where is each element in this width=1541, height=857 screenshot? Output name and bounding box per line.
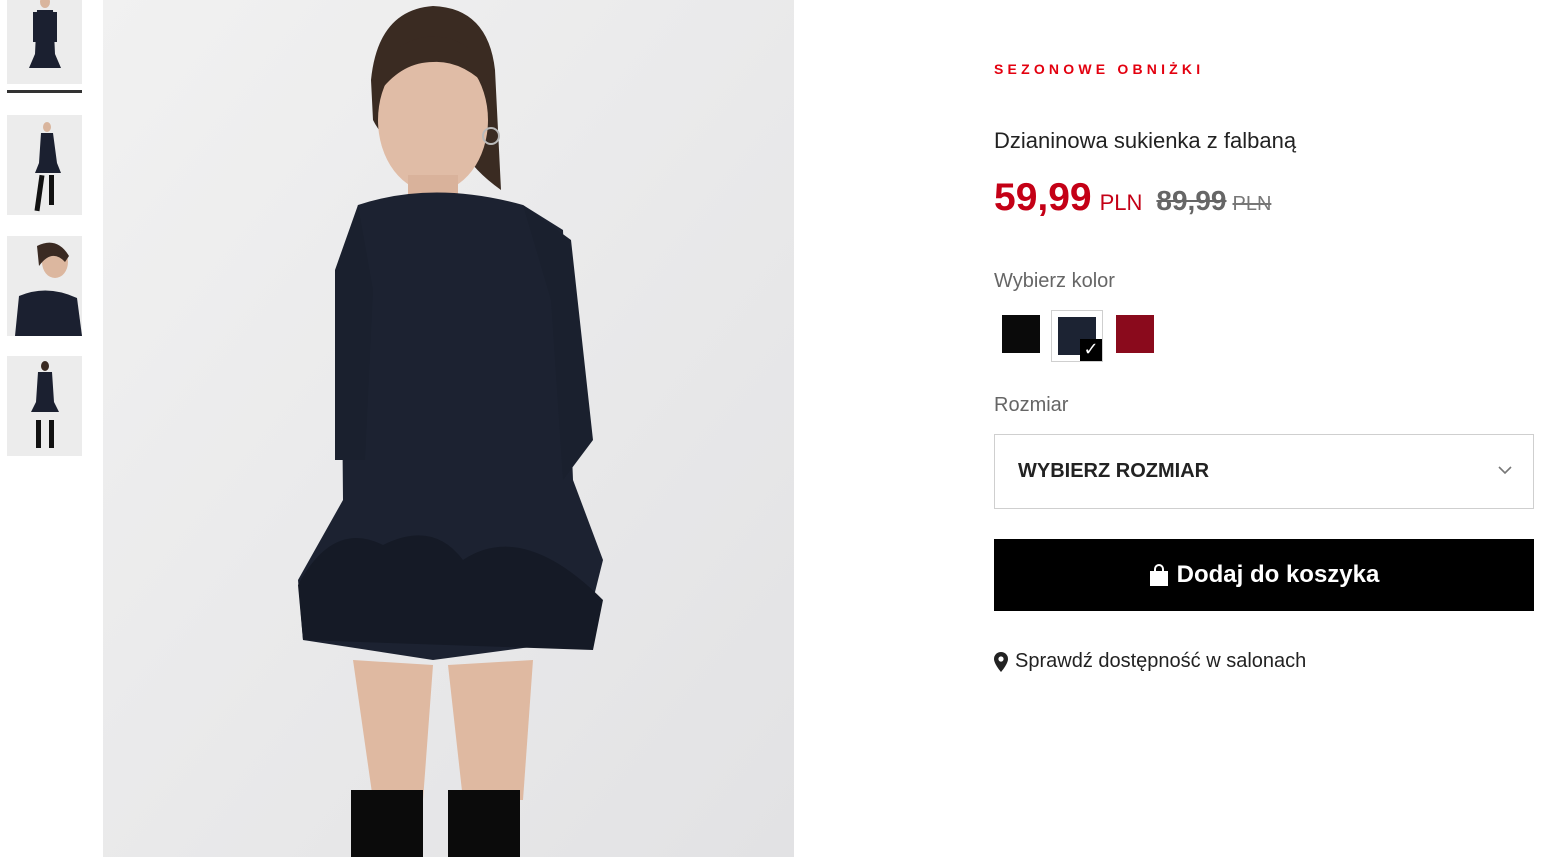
thumbnail-4[interactable] [7,356,82,456]
product-page: SEZONOWE OBNIŻKI Dzianinowa sukienka z f… [0,0,1541,857]
chevron-down-icon [1498,466,1512,475]
size-dropdown[interactable]: WYBIERZ ROZMIAR [994,434,1534,509]
current-price-currency: PLN [1099,190,1143,215]
add-to-cart-label: Dodaj do koszyka [1176,561,1380,588]
current-price: 59,99 [994,176,1092,219]
shopping-bag-icon [1149,564,1168,586]
size-label: Rozmiar [994,394,1069,416]
thumbnail-active-indicator [7,90,82,93]
dress-photo [103,0,794,857]
checkmark-icon: ✓ [1080,339,1102,361]
promo-label: SEZONOWE OBNIŻKI [994,61,1205,77]
color-swatch-burgundy[interactable] [1116,315,1154,353]
thumbnail-1[interactable] [7,0,82,84]
product-title: Dzianinowa sukienka z falbaną [994,128,1297,153]
check-availability-link[interactable]: Sprawdź dostępność w salonach [994,650,1306,673]
thumbnail-2[interactable] [7,115,82,215]
color-swatches: ✓ [994,310,1194,362]
old-price-currency: PLN [1232,193,1272,215]
check-availability-label: Sprawdź dostępność w salonach [1015,650,1307,672]
add-to-cart-button[interactable]: Dodaj do koszyka [994,539,1534,611]
main-product-image[interactable] [103,0,794,857]
thumbnail-3[interactable] [7,236,82,336]
old-price: 89,99 [1156,185,1227,216]
price-row: 59,99 PLN 89,99 PLN [994,176,1271,220]
color-label: Wybierz kolor [994,270,1115,292]
location-pin-icon [994,651,1008,672]
color-swatch-black[interactable] [1002,315,1040,353]
size-dropdown-value: WYBIERZ ROZMIAR [1018,460,1210,482]
color-swatch-navy-frame[interactable]: ✓ [1051,310,1103,362]
